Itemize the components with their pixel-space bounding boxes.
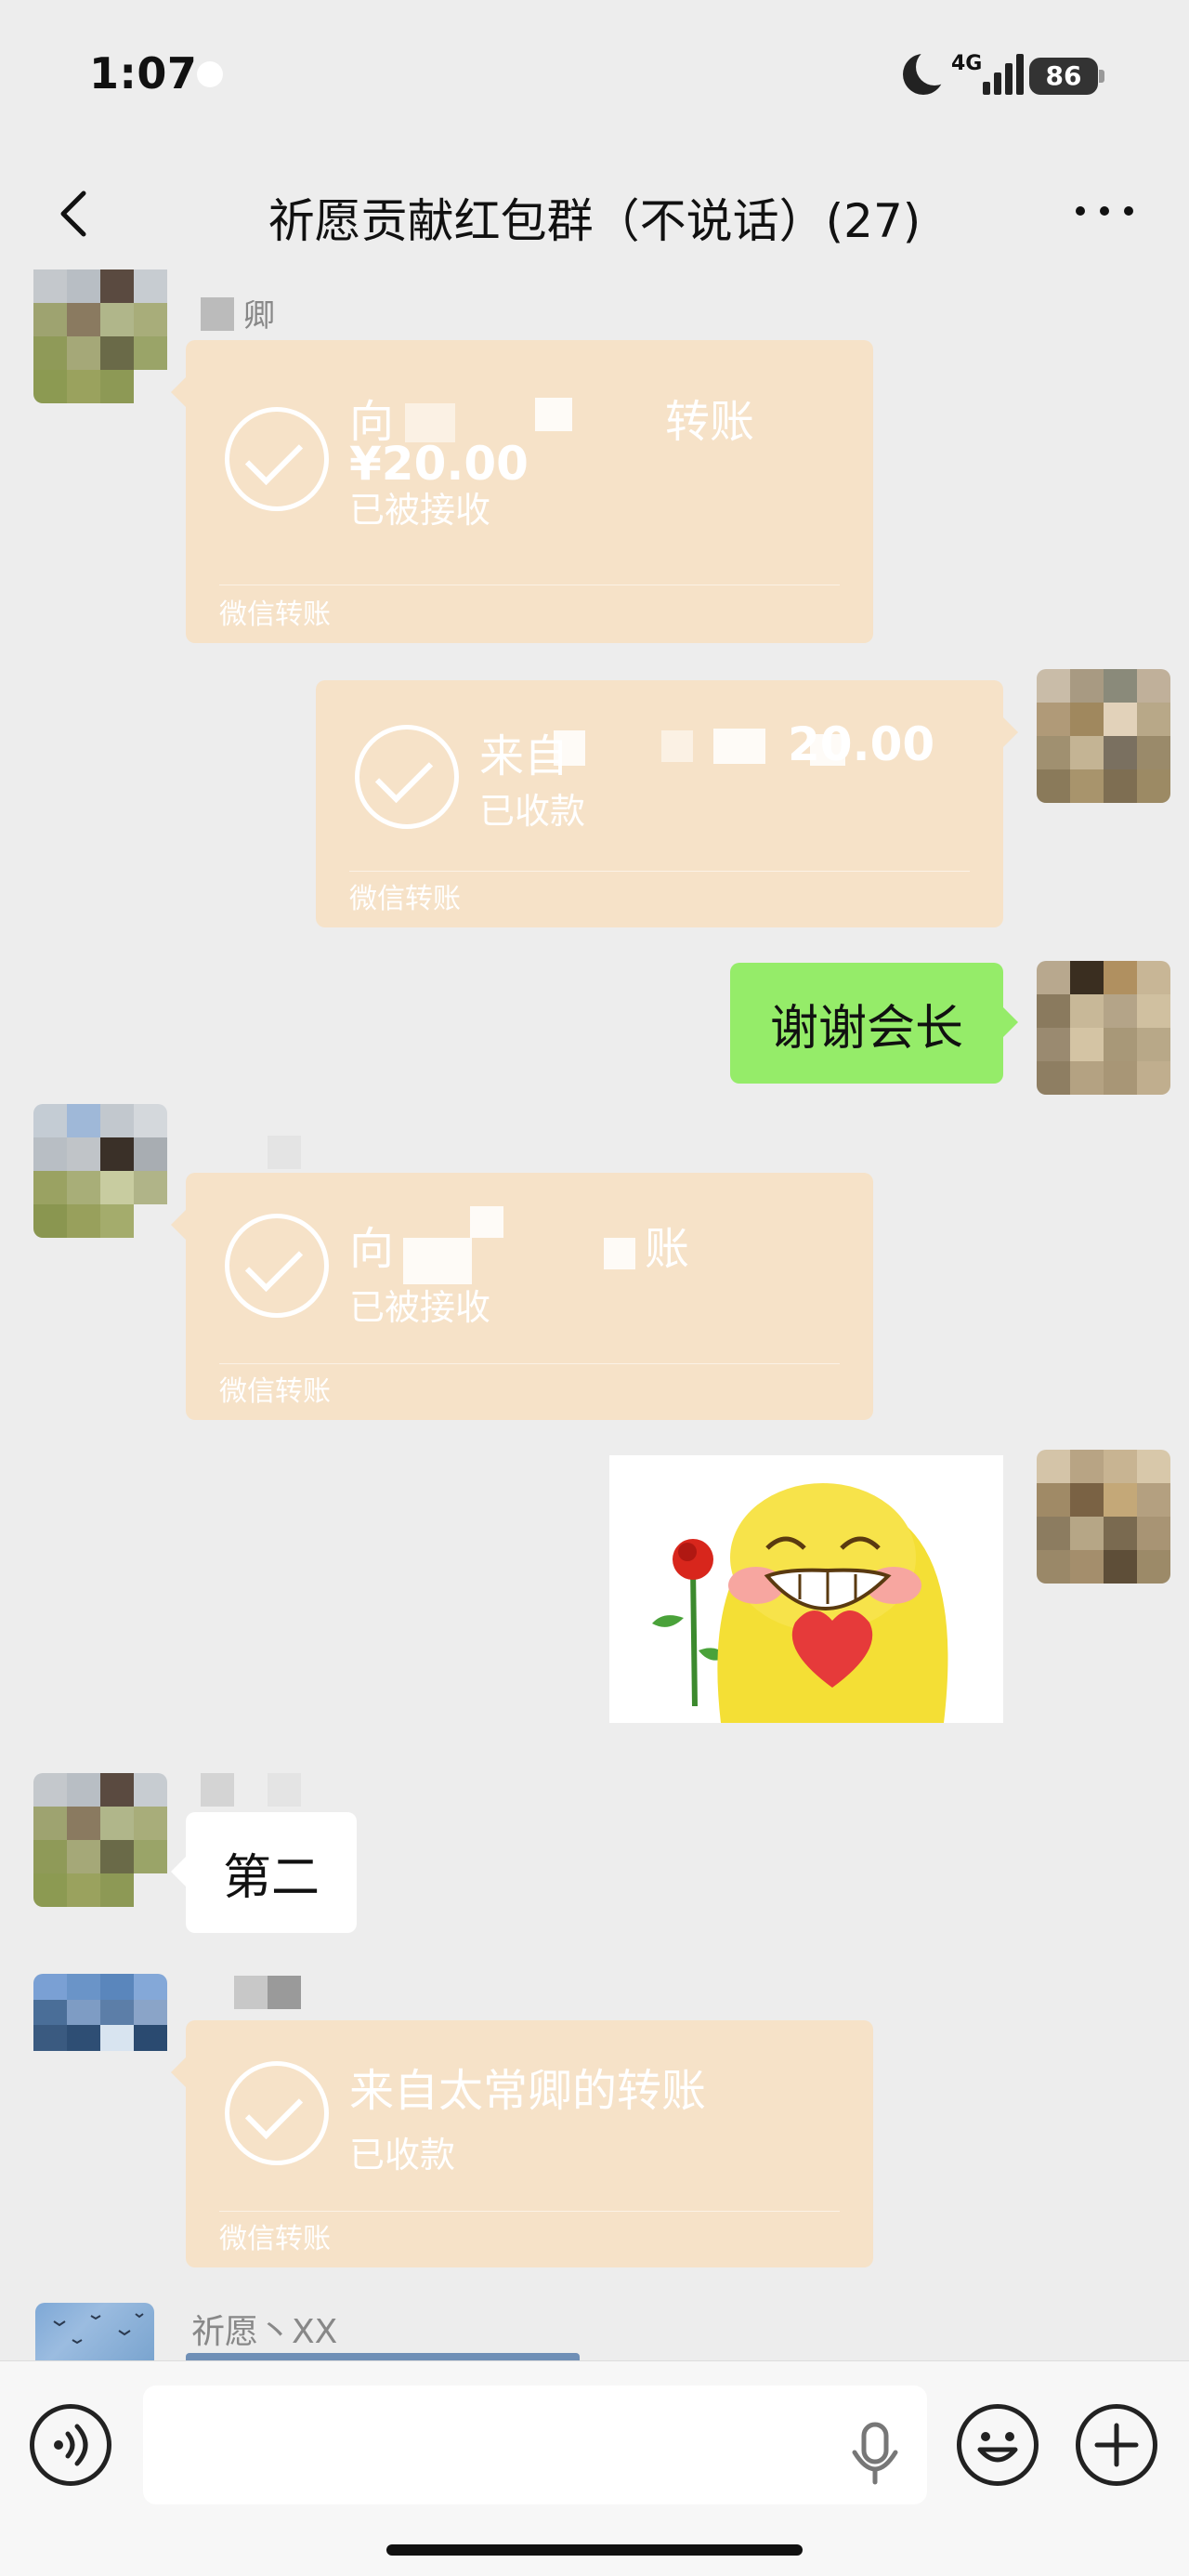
transfer-footer: 微信转账 bbox=[349, 883, 461, 915]
avatar[interactable] bbox=[33, 1773, 167, 1907]
transfer-title: 来自太常卿的转账 bbox=[349, 2065, 707, 2117]
sender-name-mosaic bbox=[268, 1976, 301, 2009]
privacy-mosaic bbox=[535, 398, 572, 431]
chat-title[interactable]: 祈愿贡献红包群（不说话）(27) bbox=[121, 184, 1068, 251]
app-indicator-icon bbox=[197, 61, 223, 87]
transfer-status: 已被接收 bbox=[349, 490, 491, 531]
transfer-status: 已收款 bbox=[479, 791, 586, 832]
transfer-amount: 20.00 bbox=[788, 717, 935, 771]
transfer-footer: 微信转账 bbox=[219, 1375, 331, 1408]
avatar[interactable] bbox=[1037, 961, 1170, 1095]
avatar[interactable] bbox=[1037, 669, 1170, 803]
chevron-left-icon[interactable] bbox=[48, 186, 104, 242]
smiley-icon[interactable] bbox=[957, 2404, 1039, 2486]
transfer-card[interactable]: 向 转账 ¥20.00 已被接收 微信转账 bbox=[171, 340, 873, 643]
sender-name-mosaic bbox=[268, 1773, 301, 1807]
smiley-face bbox=[977, 2432, 1018, 2463]
battery-tip bbox=[1099, 70, 1104, 83]
sender-name-mosaic bbox=[201, 297, 234, 331]
message-input[interactable] bbox=[143, 2385, 927, 2504]
battery-icon: 86 bbox=[1029, 58, 1098, 95]
check-circle-icon bbox=[225, 2061, 329, 2165]
transfer-title: 向 bbox=[349, 1223, 395, 1275]
plus-icon[interactable] bbox=[1076, 2404, 1157, 2486]
privacy-mosaic bbox=[470, 1206, 503, 1238]
message-bubble[interactable]: 第二 bbox=[171, 1812, 357, 1933]
privacy-mosaic bbox=[661, 730, 693, 762]
chat-screen: 1:07 4G 86 祈愿贡献红包群（不说话）(27) 卿 向 转账 ¥20.0… bbox=[0, 0, 1189, 2576]
status-time: 1:07 bbox=[89, 48, 198, 99]
transfer-card[interactable]: 向 账 已被接收 微信转账 bbox=[171, 1173, 873, 1420]
divider bbox=[219, 1363, 840, 1364]
status-bar: 1:07 4G 86 bbox=[0, 0, 1189, 139]
check-circle-icon bbox=[355, 725, 459, 829]
transfer-title-tail: 转账 bbox=[665, 396, 755, 448]
message-bubble[interactable]: 谢谢会长 bbox=[730, 963, 1018, 1084]
ellipsis-icon[interactable] bbox=[1068, 191, 1143, 229]
transfer-title-tail: 账 bbox=[645, 1223, 690, 1275]
transfer-status: 已收款 bbox=[349, 2135, 456, 2175]
avatar[interactable] bbox=[35, 2303, 154, 2360]
transfer-card[interactable]: 来自 20.00 已收款 微信转账 bbox=[316, 680, 1018, 927]
divider bbox=[219, 2211, 840, 2212]
privacy-mosaic bbox=[604, 1238, 635, 1269]
voice-waves bbox=[54, 2424, 88, 2466]
plus-sign bbox=[1094, 2423, 1139, 2467]
transfer-footer: 微信转账 bbox=[219, 2223, 331, 2255]
check-circle-icon bbox=[225, 407, 329, 511]
divider bbox=[349, 871, 970, 872]
avatar[interactable] bbox=[33, 1974, 167, 2076]
privacy-mosaic bbox=[403, 1238, 472, 1284]
sticker-art bbox=[619, 1465, 948, 1723]
signal-icon bbox=[977, 54, 1024, 95]
sender-name: 祈愿丶XX bbox=[191, 2313, 338, 2351]
sender-name-mosaic bbox=[234, 1976, 268, 2009]
sender-name-mosaic bbox=[201, 1773, 234, 1807]
avatar[interactable] bbox=[33, 269, 167, 403]
avatar[interactable] bbox=[33, 1104, 167, 1238]
sender-name: 卿 bbox=[243, 297, 275, 335]
microphone-icon[interactable] bbox=[847, 2421, 903, 2486]
privacy-mosaic bbox=[713, 729, 765, 764]
privacy-mosaic bbox=[554, 730, 585, 766]
voice-icon[interactable] bbox=[30, 2404, 111, 2486]
transfer-status: 已被接收 bbox=[349, 1287, 491, 1328]
emoji-rose-heart-sticker[interactable] bbox=[609, 1455, 1003, 1723]
transfer-footer: 微信转账 bbox=[219, 598, 331, 631]
do-not-disturb-icon bbox=[903, 48, 953, 95]
transfer-card[interactable]: 来自太常卿的转账 已收款 微信转账 bbox=[171, 2020, 873, 2267]
chat-header: 祈愿贡献红包群（不说话）(27) bbox=[0, 149, 1189, 279]
sender-name-mosaic bbox=[268, 1136, 301, 1169]
avatar[interactable] bbox=[1037, 1450, 1170, 1584]
home-indicator[interactable] bbox=[386, 2544, 803, 2556]
check-circle-icon bbox=[225, 1214, 329, 1318]
birds-image bbox=[53, 2313, 144, 2345]
